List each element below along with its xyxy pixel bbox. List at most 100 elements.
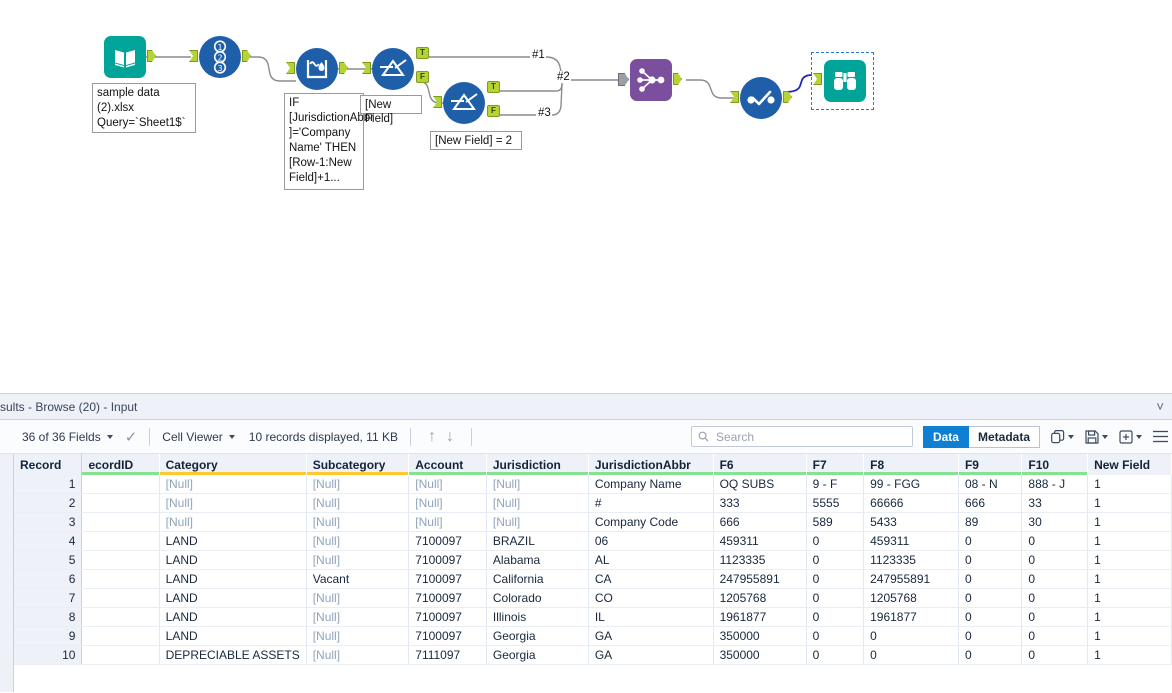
table-cell[interactable]: 0 (1021, 607, 1089, 627)
table-cell[interactable]: Georgia (486, 626, 589, 646)
column-header[interactable]: ecordID (81, 454, 160, 475)
table-cell[interactable]: [Null] (306, 493, 410, 513)
table-cell[interactable]: 350000 (713, 645, 807, 665)
table-cell[interactable]: 99 - FGG (863, 475, 959, 494)
table-cell[interactable]: [Null] (306, 531, 410, 551)
table-cell[interactable]: IL (588, 607, 714, 627)
table-cell[interactable]: 0 (863, 645, 959, 665)
save-button[interactable] (1085, 429, 1108, 444)
table-cell[interactable]: LAND (159, 569, 307, 589)
table-cell[interactable]: 1961877 (713, 607, 807, 627)
table-cell[interactable]: 1 (1087, 645, 1172, 665)
data-metadata-toggle[interactable]: Data Metadata (922, 425, 1040, 448)
table-cell[interactable] (81, 645, 160, 665)
table-cell[interactable]: 89 (958, 512, 1023, 532)
table-row[interactable]: 1 [Null] [Null] [Null] [Null] Company Name OQ … (14, 475, 1172, 494)
table-cell[interactable] (81, 512, 160, 532)
table-cell[interactable]: 0 (1021, 588, 1089, 608)
table-cell[interactable]: 0 (806, 626, 865, 646)
column-header[interactable]: F7 (806, 454, 865, 475)
column-header[interactable]: Jurisdiction (486, 454, 589, 475)
column-header[interactable]: F9 (958, 454, 1023, 475)
chevron-down-icon[interactable]: ˅ (1156, 399, 1164, 414)
chevron-down-icon[interactable] (106, 434, 113, 439)
table-cell[interactable]: 0 (958, 588, 1023, 608)
table-cell[interactable]: [Null] (306, 550, 410, 570)
table-cell[interactable]: Company Name (588, 475, 714, 494)
true-output-anchor[interactable]: T (416, 47, 429, 59)
table-cell[interactable]: California (486, 569, 589, 589)
table-cell[interactable]: 1 (1087, 493, 1172, 513)
table-row[interactable]: 7 LAND [Null] 7100097 Colorado CO 1205768 0 1205… (14, 588, 1172, 608)
table-cell[interactable]: GA (588, 626, 714, 646)
table-cell[interactable]: 0 (958, 645, 1023, 665)
table-cell[interactable]: 666 (958, 493, 1023, 513)
tool-browse[interactable] (813, 60, 866, 102)
table-row[interactable]: 6 LAND Vacant 7100097 California CA 247955891 0… (14, 569, 1172, 589)
table-cell[interactable]: 666 (713, 512, 807, 532)
table-cell[interactable]: 9 - F (806, 475, 865, 494)
table-row[interactable]: 2 [Null] [Null] [Null] [Null] #333 5555 66666 66… (14, 493, 1172, 513)
table-row[interactable]: 10 DEPRECIABLE ASSETS [Null] 7111097 Georgia… (14, 645, 1172, 665)
table-cell[interactable]: 0 (1021, 550, 1089, 570)
table-cell[interactable]: # (588, 493, 714, 513)
check-icon[interactable]: ✓ (125, 428, 138, 446)
table-cell[interactable]: 7100097 (408, 607, 487, 627)
table-cell[interactable]: 7100097 (408, 626, 487, 646)
tab-data[interactable]: Data (922, 425, 969, 448)
table-row[interactable]: 3 [Null] [Null] [Null] [Null] Company Code 666… (14, 512, 1172, 532)
table-cell[interactable]: 0 (958, 531, 1023, 551)
column-header[interactable]: JurisdictionAbbr (588, 454, 714, 475)
table-cell[interactable]: 0 (806, 531, 865, 551)
input-anchor[interactable] (362, 62, 371, 74)
table-cell[interactable] (81, 588, 160, 608)
table-cell[interactable]: [Null] (486, 493, 589, 513)
table-cell[interactable]: Illinois (486, 607, 589, 627)
table-cell[interactable]: 5433 (863, 512, 959, 532)
table-cell[interactable]: 333 (713, 493, 807, 513)
table-cell[interactable]: [Null] (408, 512, 487, 532)
table-cell[interactable]: [Null] (306, 607, 410, 627)
table-cell[interactable]: Company Code (588, 512, 714, 532)
false-output-anchor[interactable]: F (416, 71, 429, 83)
table-cell[interactable]: [Null] (408, 475, 487, 494)
table-cell[interactable]: AL (588, 550, 714, 570)
tool-union[interactable] (618, 59, 682, 101)
table-cell[interactable]: 459311 (863, 531, 959, 551)
table-cell[interactable]: 0 (863, 626, 959, 646)
table-cell[interactable]: 0 (958, 626, 1023, 646)
table-cell[interactable]: [Null] (159, 512, 307, 532)
table-cell[interactable] (81, 550, 160, 570)
table-cell[interactable]: [Null] (306, 588, 410, 608)
search-box[interactable] (690, 426, 913, 447)
table-cell[interactable]: 33 (1021, 493, 1089, 513)
table-cell[interactable]: 0 (1021, 645, 1089, 665)
table-cell[interactable]: 1961877 (863, 607, 959, 627)
table-cell[interactable]: 1 (1087, 550, 1172, 570)
table-cell[interactable]: BRAZIL (486, 531, 589, 551)
table-cell[interactable]: 1 (1087, 512, 1172, 532)
false-output-anchor[interactable]: F (487, 105, 500, 117)
table-cell[interactable]: 0 (958, 569, 1023, 589)
table-cell[interactable]: 0 (806, 607, 865, 627)
table-cell[interactable]: 0 (806, 645, 865, 665)
table-cell[interactable]: 30 (1021, 512, 1089, 532)
table-cell[interactable]: 66666 (863, 493, 959, 513)
table-cell[interactable]: 1205768 (713, 588, 807, 608)
table-cell[interactable]: 0 (806, 588, 865, 608)
table-cell[interactable]: LAND (159, 550, 307, 570)
table-cell[interactable]: [Null] (408, 493, 487, 513)
table-cell[interactable] (81, 475, 160, 494)
tool-select[interactable] (730, 77, 792, 119)
menu-button[interactable] (1153, 430, 1168, 443)
results-grid[interactable]: Record ecordID Category Subcategory Account J… (0, 454, 1172, 692)
column-header[interactable]: Account (408, 454, 487, 475)
table-cell[interactable]: 7100097 (408, 588, 487, 608)
column-header[interactable]: Record (14, 454, 83, 475)
tool-multi-row-formula[interactable] (286, 48, 348, 90)
chevron-down-icon[interactable] (228, 434, 235, 439)
table-cell[interactable]: 1 (1087, 607, 1172, 627)
table-cell[interactable]: [Null] (306, 626, 410, 646)
output-anchor[interactable] (339, 62, 348, 74)
chevron-down-icon[interactable] (1136, 434, 1142, 439)
